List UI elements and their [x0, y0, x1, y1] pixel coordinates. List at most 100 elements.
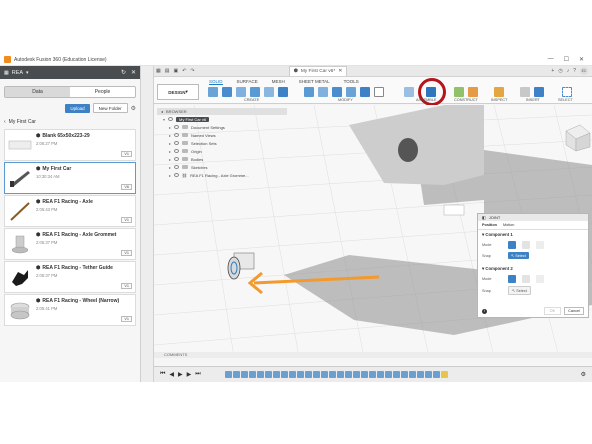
timeline-feature[interactable] [400, 371, 408, 378]
chevron-right-icon[interactable]: ▸ [169, 125, 171, 130]
visibility-icon[interactable] [174, 173, 180, 177]
timeline-feature[interactable] [416, 371, 424, 378]
visibility-icon[interactable] [174, 133, 180, 137]
close-icon[interactable]: ✕ [579, 56, 584, 63]
comments-bar[interactable]: COMMENTS [154, 352, 592, 358]
sweep-icon[interactable] [250, 87, 260, 97]
timeline-feature[interactable] [288, 371, 296, 378]
timeline-feature[interactable] [224, 371, 232, 378]
browser-item[interactable]: ▸ Origin [157, 147, 287, 155]
tab-motion[interactable]: Motion [503, 223, 514, 227]
timeline-feature-active[interactable] [440, 371, 448, 378]
version-badge[interactable]: V1 [121, 316, 132, 322]
new-folder-button[interactable]: New Folder [92, 103, 128, 113]
extrude-icon[interactable] [222, 87, 232, 97]
timeline-feature[interactable] [392, 371, 400, 378]
insert-derive-icon[interactable] [520, 87, 530, 97]
timeline-feature[interactable] [264, 371, 272, 378]
snap-select-button-2[interactable]: ↖ Select [508, 286, 531, 295]
back-icon[interactable]: ‹ [4, 119, 6, 125]
timeline-feature[interactable] [312, 371, 320, 378]
chevron-down-icon[interactable]: ▾ [163, 117, 165, 122]
info-icon[interactable]: i [482, 308, 487, 314]
play-icon[interactable]: ▶ [178, 371, 183, 378]
tab-data[interactable]: Data [5, 87, 70, 97]
revolve-icon[interactable] [236, 87, 246, 97]
offset-plane-icon[interactable] [454, 87, 464, 97]
first-frame-icon[interactable]: ⏮ [160, 371, 165, 378]
workspace-switcher[interactable]: DESIGN ▾ [157, 84, 199, 100]
next-icon[interactable]: ▶ [187, 371, 192, 378]
tab-position[interactable]: Position [482, 223, 497, 227]
refresh-icon[interactable]: ↻ [121, 69, 126, 76]
timeline-feature[interactable] [256, 371, 264, 378]
simple-mode-icon[interactable] [508, 275, 516, 283]
group-select[interactable]: SELECT [558, 98, 573, 102]
version-badge[interactable]: V1 [121, 151, 132, 157]
visibility-icon[interactable] [174, 165, 180, 169]
maximize-icon[interactable]: ☐ [564, 56, 569, 63]
new-component-assemble-icon[interactable] [404, 87, 414, 97]
team-name[interactable]: REA [12, 70, 23, 76]
insert-image-icon[interactable] [534, 87, 544, 97]
group-insert[interactable]: INSERT [526, 98, 540, 102]
new-tab-icon[interactable]: + [551, 68, 554, 74]
group-inspect[interactable]: INSPECT [491, 98, 507, 102]
timeline-feature[interactable] [336, 371, 344, 378]
breadcrumb[interactable]: ‹ My First Car [4, 119, 136, 125]
clock-icon[interactable]: ◷ [558, 68, 562, 74]
chevron-right-icon[interactable]: ▸ [169, 173, 171, 178]
group-modify[interactable]: MODIFY [338, 98, 353, 102]
chevron-right-icon[interactable]: ▸ [169, 133, 171, 138]
viewcube[interactable] [565, 124, 591, 152]
timeline-feature[interactable] [272, 371, 280, 378]
version-badge[interactable]: V1 [121, 283, 132, 289]
save-icon[interactable]: ▣ [173, 68, 178, 74]
document-tab[interactable]: ⬢ My First Car v6* ✕ [288, 66, 348, 76]
close-tab-icon[interactable]: ✕ [338, 69, 342, 74]
version-badge[interactable]: V1 [121, 250, 132, 256]
timeline-feature[interactable] [320, 371, 328, 378]
team-grid-icon[interactable]: ▦ [4, 70, 9, 76]
group-create[interactable]: CREATE [244, 98, 259, 102]
grid-icon[interactable]: ▦ [156, 68, 161, 74]
timeline-feature[interactable] [432, 371, 440, 378]
chamfer-icon[interactable] [332, 87, 342, 97]
construct-axis-icon[interactable] [468, 87, 478, 97]
snap-select-button-1[interactable]: ↖ Select [508, 252, 529, 259]
chevron-right-icon[interactable]: ▸ [169, 165, 171, 170]
visibility-icon[interactable] [174, 149, 180, 153]
redo-icon[interactable]: ↷ [190, 68, 194, 74]
close-panel-icon[interactable]: ✕ [131, 69, 136, 76]
previous-icon[interactable]: ◀ [169, 371, 174, 378]
tab-mesh[interactable]: MESH [272, 79, 285, 85]
visibility-icon[interactable] [174, 141, 180, 145]
upload-button[interactable]: Upload [65, 103, 90, 113]
tab-people[interactable]: People [70, 87, 135, 97]
list-item[interactable]: ⬢ Blank 65x50x223-29 2:06:27 PM V1 [4, 129, 136, 161]
browser-item[interactable]: ▸ Sketches [157, 163, 287, 171]
list-item[interactable]: ⬢ REA F1 Racing - Wheel (Narrow) 2:05:41 … [4, 294, 136, 326]
list-item[interactable]: ⬢ REA F1 Racing - Axle Grommet 2:05:37 PM… [4, 228, 136, 260]
visibility-icon[interactable] [168, 117, 174, 121]
collapse-icon[interactable]: ◂ [161, 109, 163, 114]
help-icon[interactable]: ? [573, 68, 576, 74]
browser-header[interactable]: ◂ BROWSER [157, 108, 287, 115]
timeline-feature[interactable] [344, 371, 352, 378]
browser-item[interactable]: ▸ Named Views [157, 131, 287, 139]
visibility-icon[interactable] [174, 157, 180, 161]
chevron-right-icon[interactable]: ▸ [169, 149, 171, 154]
visibility-icon[interactable] [174, 125, 180, 129]
timeline-feature[interactable] [296, 371, 304, 378]
shell-icon[interactable] [346, 87, 356, 97]
browser-item[interactable]: ▸ ⛓ REA F1 Racing - Axle Gromme... [157, 171, 287, 179]
two-faces-mode-icon[interactable] [536, 241, 544, 249]
browser-root[interactable]: ▾ My First Car v6 [157, 115, 287, 123]
select-icon[interactable] [562, 87, 572, 97]
simple-mode-icon[interactable] [508, 241, 516, 249]
version-badge[interactable]: V6 [121, 184, 132, 190]
timeline-feature[interactable] [304, 371, 312, 378]
list-item[interactable]: ⬢ REA F1 Racing - Axle 2:05:43 PM V1 [4, 195, 136, 227]
combine-icon[interactable] [360, 87, 370, 97]
timeline-feature[interactable] [280, 371, 288, 378]
